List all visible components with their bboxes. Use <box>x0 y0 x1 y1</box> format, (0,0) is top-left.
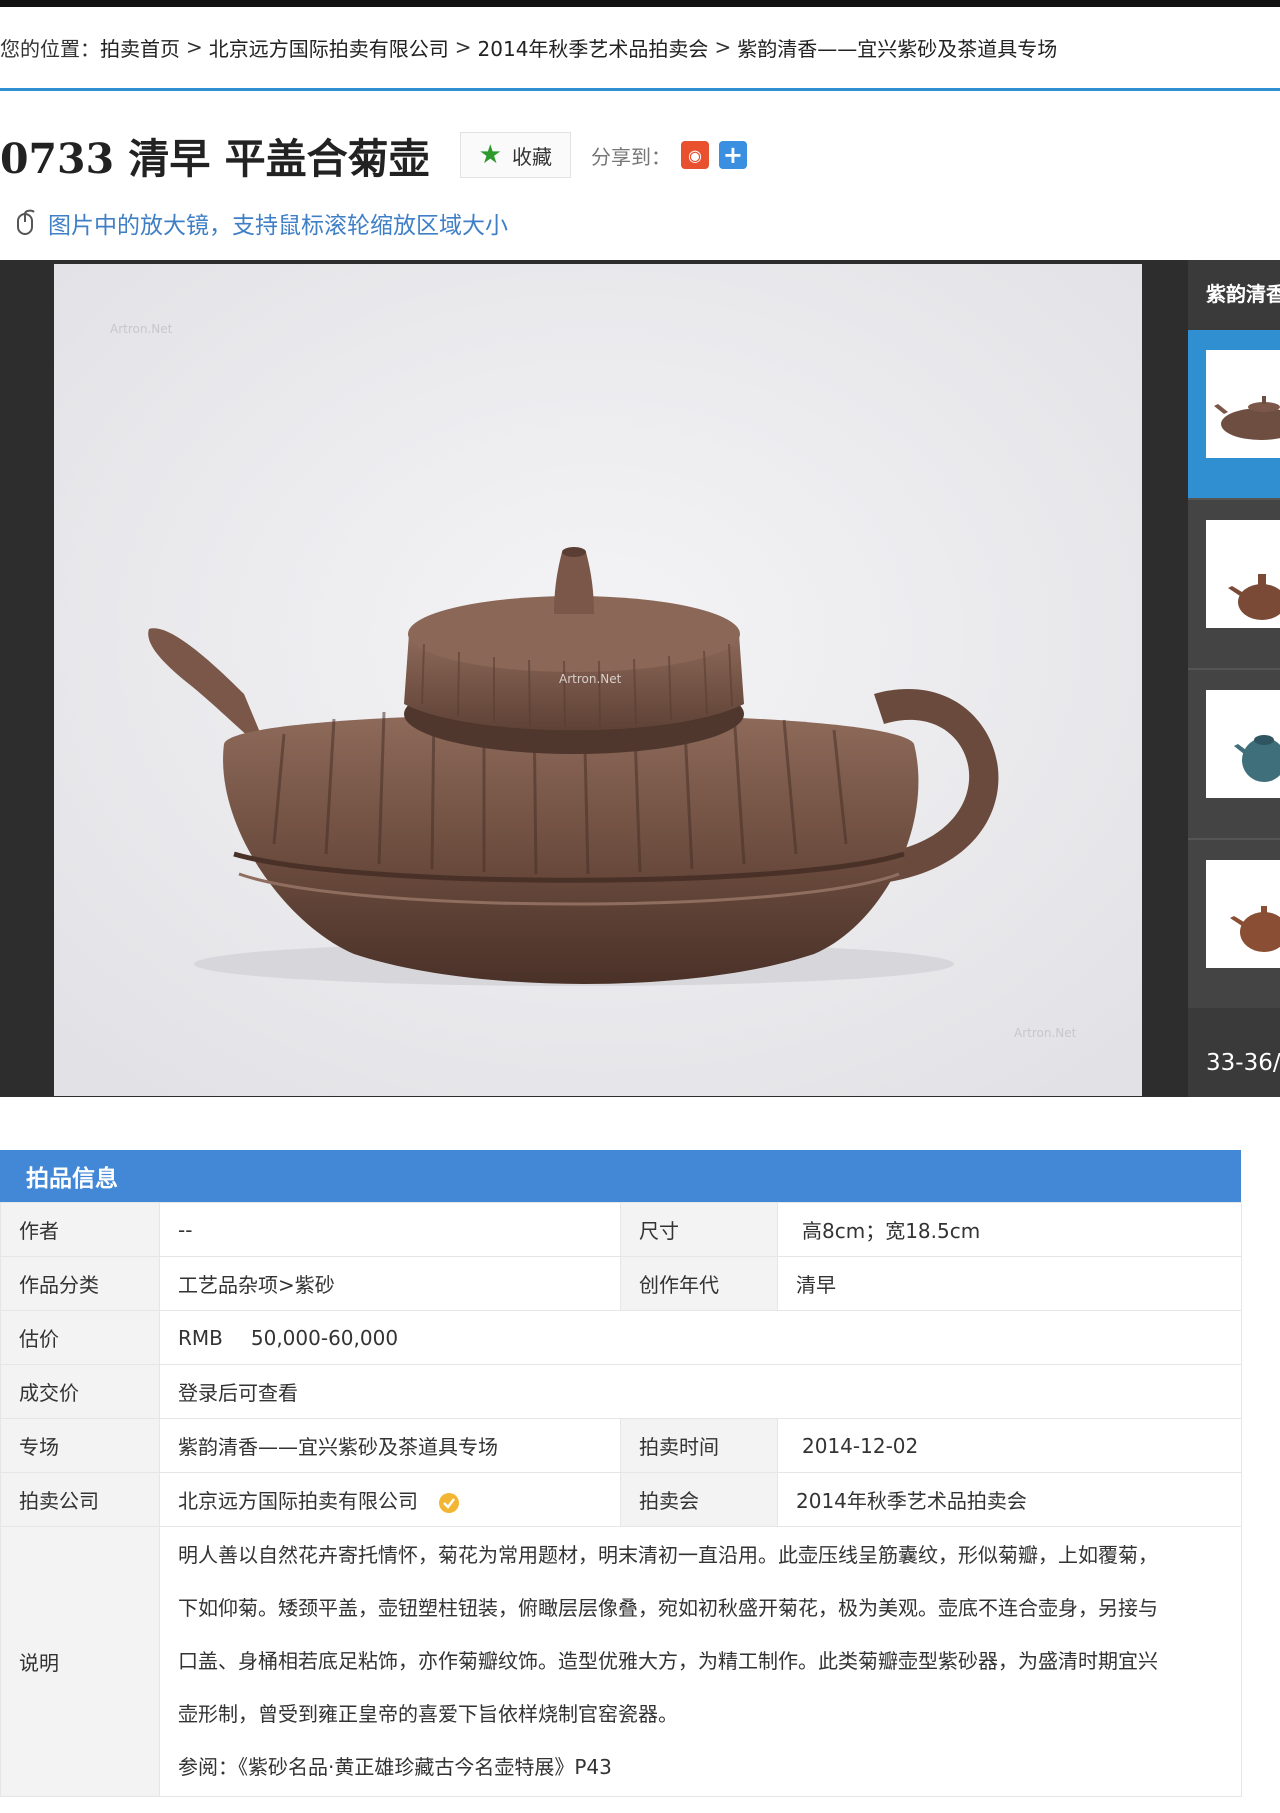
table-row: 专场 紫韵清香——宜兴紫砂及茶道具专场 拍卖时间 2014-12-02 <box>0 1418 1242 1473</box>
breadcrumb-session[interactable]: 紫韵清香——宜兴紫砂及茶道具专场 <box>737 33 1057 62</box>
zoom-tip-text: 图片中的放大镜，支持鼠标滚轮缩放区域大小 <box>48 213 508 239</box>
estimate-range: 50,000-60,000 <box>250 1325 399 1350</box>
thumbnail-teapot-image <box>1230 906 1280 952</box>
lot-title-row: 0733 清早 平盖合菊壶 ★ 收藏 分享到： ◉ + <box>0 122 747 188</box>
lot-info-table: 作者 -- 尺寸 高8cm；宽18.5cm 作品分类 工艺品杂项>紫砂 创作年代… <box>0 1202 1242 1797</box>
thumbnail-teapot-image <box>1228 574 1280 620</box>
breadcrumb-company[interactable]: 北京远方国际拍卖有限公司 <box>209 33 449 62</box>
table-row: 拍卖公司 北京远方国际拍卖有限公司 拍卖会 2014年秋季艺术品拍卖会 <box>0 1472 1242 1527</box>
size-value: 高8cm；宽18.5cm <box>777 1202 1242 1257</box>
description-line: 壶形制，曾受到雍正皇帝的喜爱下旨依样烧制官窑瓷器。 <box>178 1702 678 1726</box>
thumbnail-item[interactable] <box>1188 840 1280 1008</box>
era-value: 清早 <box>777 1256 1242 1311</box>
description-line: 下如仰菊。矮颈平盖，壶钮塑柱钮装，俯瞰层层像叠，宛如初秋盛开菊花，极为美观。壶底… <box>178 1596 1158 1620</box>
watermark: Artron.Net <box>110 322 173 336</box>
sale-value[interactable]: 2014年秋季艺术品拍卖会 <box>777 1472 1242 1527</box>
description-cell: 明人善以自然花卉寄托情怀，菊花为常用题材，明末清初一直沿用。此壶压线呈筋囊纹，形… <box>159 1526 1242 1797</box>
estimate-value: RMB 50,000-60,000 <box>159 1310 1242 1365</box>
author-label: 作者 <box>0 1202 160 1257</box>
page-title: 0733 清早 平盖合菊壶 <box>0 135 430 183</box>
category-label: 作品分类 <box>0 1256 160 1311</box>
thumbnail-teapot-image <box>1234 735 1280 782</box>
mouse-icon <box>17 209 35 235</box>
breadcrumb-separator: > <box>454 35 472 59</box>
watermark: Artron.Net <box>559 672 622 686</box>
auction-time-label: 拍卖时间 <box>620 1418 778 1473</box>
more-share-icon[interactable]: + <box>718 141 747 169</box>
estimate-label: 估价 <box>0 1310 160 1365</box>
table-row: 成交价 登录后可查看 <box>0 1364 1242 1419</box>
auction-time-value: 2014-12-02 <box>777 1418 1242 1473</box>
favorite-button[interactable]: ★ 收藏 <box>459 132 571 178</box>
session-value[interactable]: 紫韵清香——宜兴紫砂及茶道具专场 <box>159 1418 621 1473</box>
thumbnail-item[interactable] <box>1188 500 1280 668</box>
sale-label: 拍卖会 <box>620 1472 778 1527</box>
share-label: 分享到： <box>590 144 671 169</box>
thumbnail-item[interactable] <box>1188 330 1280 498</box>
breadcrumb-divider <box>0 88 1280 91</box>
table-row: 作者 -- 尺寸 高8cm；宽18.5cm <box>0 1202 1242 1257</box>
breadcrumb-separator: > <box>714 35 732 59</box>
company-cell: 北京远方国际拍卖有限公司 <box>159 1472 621 1527</box>
table-row: 估价 RMB 50,000-60,000 <box>0 1310 1242 1365</box>
lot-info-header: 拍品信息 <box>0 1150 1241 1202</box>
category-value: 工艺品杂项>紫砂 <box>159 1256 621 1311</box>
thumbnail-item[interactable] <box>1188 670 1280 838</box>
author-value: -- <box>159 1202 621 1257</box>
watermark: Artron.Net <box>1014 1026 1077 1040</box>
breadcrumb-separator: > <box>186 35 203 59</box>
description-label: 说明 <box>0 1526 160 1797</box>
description-line: 口盖、身桶相若底足粘饰，亦作菊瓣纹饰。造型优雅大方，为精工制作。此类菊瓣壶型紫砂… <box>178 1649 1158 1673</box>
favorite-label: 收藏 <box>511 144 552 169</box>
main-lot-image[interactable]: Artron.Net Artron.Net Artron.Net <box>54 264 1142 1096</box>
star-icon: ★ <box>478 140 502 170</box>
table-row: 说明 明人善以自然花卉寄托情怀，菊花为常用题材，明末清初一直沿用。此壶压线呈筋囊… <box>0 1526 1242 1797</box>
zoom-tip: 图片中的放大镜，支持鼠标滚轮缩放区域大小 <box>14 206 508 240</box>
breadcrumb: 您的位置： 拍卖首页 > 北京远方国际拍卖有限公司 > 2014年秋季艺术品拍卖… <box>0 32 1057 62</box>
verified-badge-icon <box>439 1492 460 1513</box>
company-value[interactable]: 北京远方国际拍卖有限公司 <box>178 1489 418 1513</box>
estimate-currency: RMB <box>178 1325 223 1350</box>
size-label: 尺寸 <box>620 1202 778 1257</box>
breadcrumb-home[interactable]: 拍卖首页 <box>100 33 180 62</box>
thumbnail-strip: 紫韵清香 33-36/ <box>1188 260 1280 1097</box>
deal-price-value: 登录后可查看 <box>159 1364 1242 1419</box>
top-bar <box>0 0 1280 7</box>
session-label: 专场 <box>0 1418 160 1473</box>
description-line: 明人善以自然花卉寄托情怀，菊花为常用题材，明末清初一直沿用。此壶压线呈筋囊纹，形… <box>178 1543 1158 1567</box>
table-row: 作品分类 工艺品杂项>紫砂 创作年代 清早 <box>0 1256 1242 1311</box>
thumbnail-counter: 33-36/6 <box>1206 1050 1280 1076</box>
lot-info-panel: 拍品信息 作者 -- 尺寸 高8cm；宽18.5cm 作品分类 工艺品杂项>紫砂… <box>0 1150 1242 1797</box>
image-viewer: Artron.Net Artron.Net Artron.Net 紫韵清香 33… <box>0 260 1280 1097</box>
thumbnail-teapot-image <box>1214 396 1280 440</box>
deal-price-label: 成交价 <box>0 1364 160 1419</box>
weibo-share-icon[interactable]: ◉ <box>680 141 709 169</box>
era-label: 创作年代 <box>620 1256 778 1311</box>
breadcrumb-prefix: 您的位置： <box>0 36 100 61</box>
description-reference: 参阅：《紫砂名品·黄正雄珍藏古今名壶特展》P43 <box>178 1755 612 1779</box>
thumbnail-strip-title: 紫韵清香 <box>1206 282 1280 306</box>
breadcrumb-sale[interactable]: 2014年秋季艺术品拍卖会 <box>478 33 709 62</box>
company-label: 拍卖公司 <box>0 1472 160 1527</box>
